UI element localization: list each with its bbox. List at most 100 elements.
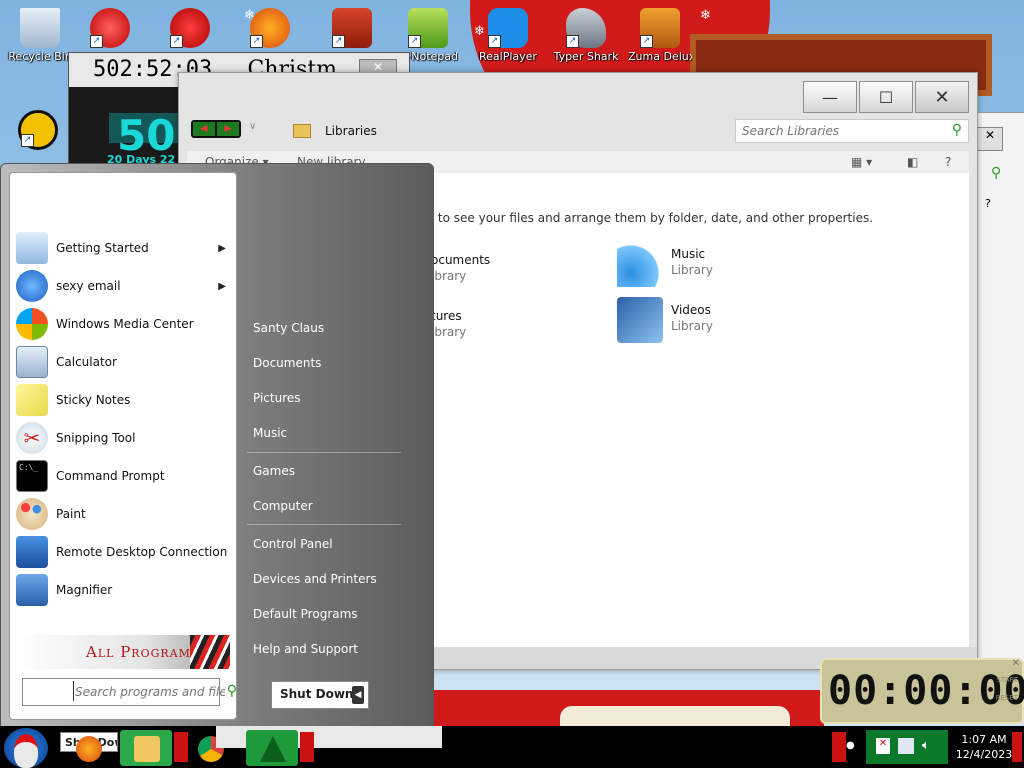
- desktop-icon-typer-shark[interactable]: ↗ Typer Shark: [546, 8, 626, 63]
- magnifier-icon: [16, 574, 48, 606]
- desktop-icon-shrine[interactable]: ↗: [322, 8, 382, 50]
- action-center-icon[interactable]: ✕: [876, 738, 890, 754]
- clock-time: 1:07 AM: [961, 733, 1007, 746]
- close-icon[interactable]: ✕: [1012, 658, 1020, 669]
- taskbar-firefox[interactable]: [62, 730, 114, 766]
- windows-logo-icon: [16, 308, 48, 340]
- library-type: ibrary: [431, 325, 467, 339]
- search-icon[interactable]: ⚲: [227, 683, 237, 699]
- library-type: Library: [671, 319, 713, 333]
- start-right-documents[interactable]: Documents: [253, 356, 321, 370]
- stopwatch-reset-button[interactable]: RESET: [996, 694, 1018, 702]
- start-right-devices-printers[interactable]: Devices and Printers: [253, 572, 377, 586]
- desktop-icon-red-fuzzy[interactable]: ↗: [160, 8, 220, 50]
- program-getting-started[interactable]: Getting Started ▶: [16, 231, 230, 265]
- program-label: Magnifier: [56, 583, 113, 597]
- program-paint[interactable]: Paint: [16, 497, 230, 531]
- address-row: ◀ ▶ ∨ Libraries ▼ ⟳ ⚲: [187, 119, 969, 145]
- film-strip-icon: [617, 297, 663, 343]
- program-snipping-tool[interactable]: ✂ Snipping Tool: [16, 421, 230, 455]
- show-hidden-icons-icon[interactable]: ●: [846, 740, 855, 751]
- stopwatch-start-button[interactable]: START: [996, 676, 1018, 684]
- start-search-box[interactable]: ⚲: [22, 678, 237, 706]
- program-remote-desktop[interactable]: Remote Desktop Connection: [16, 535, 230, 569]
- submenu-arrow-icon: ▶: [218, 242, 226, 254]
- program-sticky-notes[interactable]: Sticky Notes: [16, 383, 230, 417]
- search-libraries-box[interactable]: ⚲: [735, 119, 969, 143]
- start-right-music[interactable]: Music: [253, 426, 287, 440]
- close-icon[interactable]: ✕: [977, 127, 1003, 151]
- text-cursor: [73, 681, 74, 701]
- search-libraries-input[interactable]: [736, 120, 934, 142]
- wallpaper-fur-trim: [560, 706, 790, 726]
- notepadpp-icon: ↗: [408, 8, 448, 48]
- start-menu: Getting Started ▶ sexy email ▶ Windows M…: [0, 163, 434, 728]
- start-right-computer[interactable]: Computer: [253, 499, 313, 513]
- volume-icon[interactable]: 🔈︎: [922, 738, 930, 753]
- address-bar[interactable]: Libraries ▼ ⟳: [287, 119, 851, 143]
- maximize-button[interactable]: ☐: [859, 81, 913, 113]
- fuzzy-character-icon: ↗: [170, 8, 210, 48]
- minimize-button[interactable]: —: [803, 81, 857, 113]
- paint-palette-icon: [16, 498, 48, 530]
- recent-pages-chevron-icon[interactable]: ∨: [249, 121, 256, 132]
- program-command-prompt[interactable]: C:\_ Command Prompt: [16, 459, 230, 493]
- desktop-icon-firefox[interactable]: ↗: [240, 8, 300, 50]
- background-explorer-window[interactable]: ✕ ⚲ ?: [972, 112, 1024, 674]
- program-magnifier[interactable]: Magnifier: [16, 573, 230, 607]
- desktop-icon-zuma[interactable]: ↗ Zuma Deluxe: [620, 8, 700, 63]
- desktop-icon-label: Recycle Bin: [8, 50, 72, 63]
- help-icon[interactable]: ?: [945, 155, 951, 169]
- thunderbird-icon: [16, 270, 48, 302]
- program-calculator[interactable]: Calculator: [16, 345, 230, 379]
- preview-pane-icon[interactable]: ◧: [907, 155, 918, 169]
- start-search-input[interactable]: [23, 679, 227, 705]
- start-right-default-programs[interactable]: Default Programs: [253, 607, 358, 621]
- library-videos[interactable]: Videos Library: [617, 297, 777, 345]
- library-music[interactable]: Music Library: [617, 241, 777, 289]
- folder-icon: [293, 124, 311, 138]
- start-right-control-panel[interactable]: Control Panel: [253, 537, 333, 551]
- libraries-hint-text: y to see your files and arrange them by …: [427, 211, 874, 225]
- scissors-icon: ✂: [16, 422, 48, 454]
- start-right-help-support[interactable]: Help and Support: [253, 642, 358, 656]
- library-type: Library: [671, 263, 713, 277]
- desktop-icon-balloon[interactable]: ↗: [80, 8, 140, 50]
- program-label: Paint: [56, 507, 86, 521]
- start-button[interactable]: [4, 728, 48, 768]
- close-button[interactable]: ✕: [915, 81, 969, 113]
- library-name: Videos: [671, 303, 711, 317]
- address-text: Libraries: [325, 124, 377, 138]
- view-options-icon[interactable]: ▦ ▾: [851, 155, 872, 169]
- recycle-bin-icon: [20, 8, 60, 48]
- start-right-games[interactable]: Games: [253, 464, 295, 478]
- balloon-game-icon: ↗: [90, 8, 130, 48]
- taskbar-explorer[interactable]: [120, 730, 172, 766]
- start-right-user-folder[interactable]: Santy Claus: [253, 321, 324, 335]
- taskbar-tree-gadget[interactable]: [246, 730, 298, 766]
- show-desktop-button[interactable]: [1012, 732, 1022, 762]
- desktop-icon-realplayer[interactable]: ↗ RealPlayer: [468, 8, 548, 63]
- back-button[interactable]: ◀: [193, 122, 215, 136]
- program-label: Windows Media Center: [56, 317, 194, 331]
- search-icon[interactable]: ⚲: [991, 165, 1001, 181]
- program-sexy-email[interactable]: sexy email ▶: [16, 269, 230, 303]
- desktop-icon-label: RealPlayer: [479, 50, 537, 63]
- taskbar-divider: [300, 732, 314, 762]
- taskbar-clock[interactable]: 1:07 AM 12/4/2023: [946, 728, 1022, 768]
- program-label: Calculator: [56, 355, 117, 369]
- desktop-icon-autocad[interactable]: ↗: [0, 110, 76, 152]
- network-icon[interactable]: [898, 738, 914, 754]
- stopwatch-gadget[interactable]: 00:00:00 START RESET ✕: [820, 658, 1024, 724]
- start-right-separator: [247, 452, 401, 453]
- start-right-pictures[interactable]: Pictures: [253, 391, 301, 405]
- help-icon[interactable]: ?: [985, 197, 991, 210]
- search-icon[interactable]: ⚲: [952, 122, 962, 138]
- shut-down-label: Shut Down: [280, 687, 354, 701]
- program-label: sexy email: [56, 279, 121, 293]
- shut-down-button[interactable]: Shut Down ◀: [271, 681, 369, 709]
- shutdown-options-arrow-icon[interactable]: ◀: [352, 686, 364, 704]
- program-windows-media-center[interactable]: Windows Media Center: [16, 307, 230, 341]
- forward-button[interactable]: ▶: [217, 122, 239, 136]
- all-programs-button[interactable]: All Programs: [16, 635, 230, 669]
